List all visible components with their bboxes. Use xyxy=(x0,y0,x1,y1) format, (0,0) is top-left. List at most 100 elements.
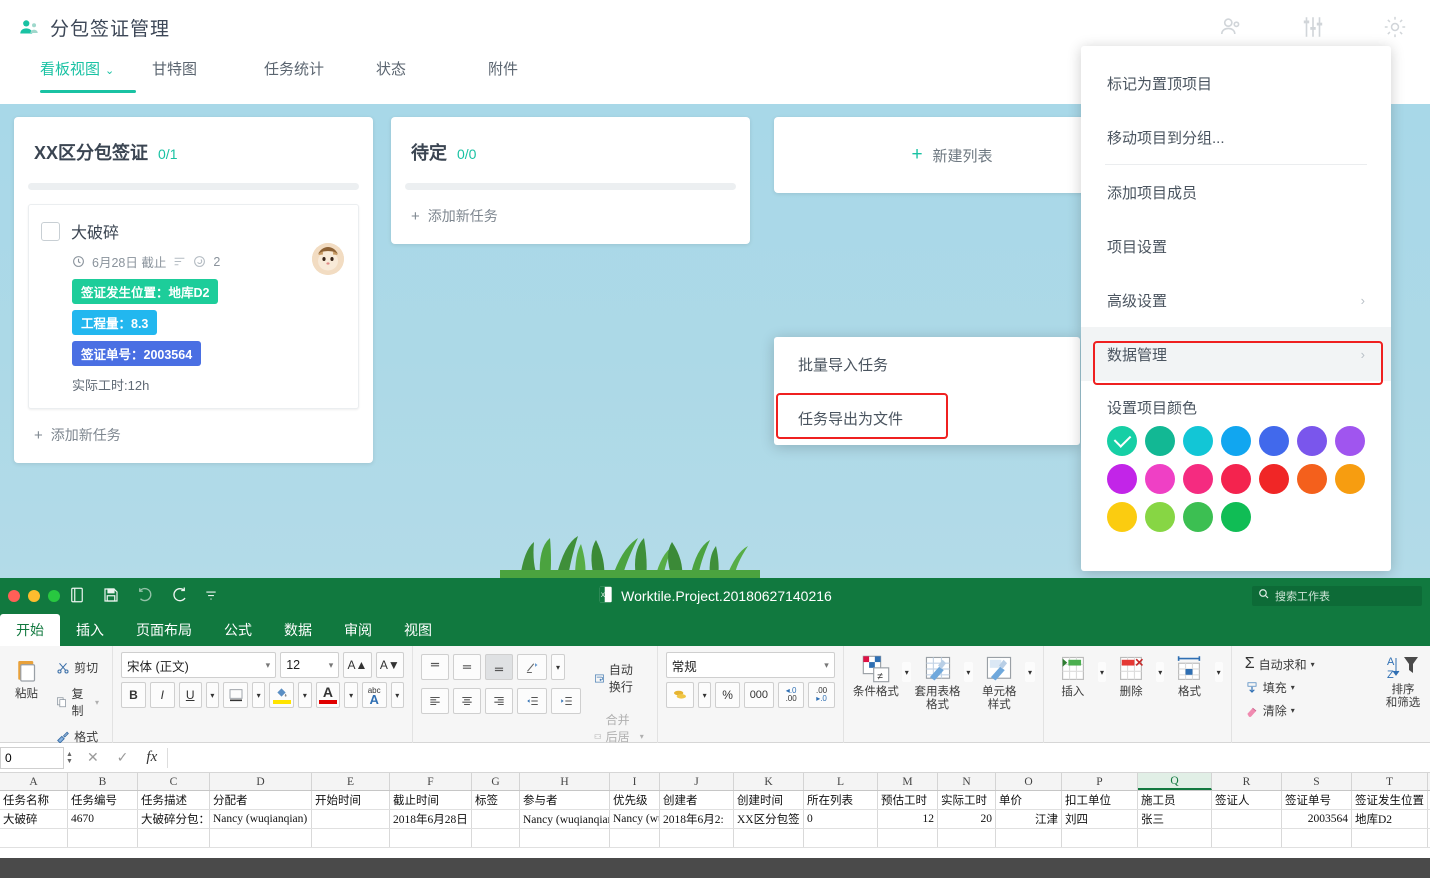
insert-function-icon[interactable]: fx xyxy=(146,749,157,766)
chevron-down-icon[interactable]: ▾ xyxy=(95,698,99,707)
confirm-icon[interactable]: ✓ xyxy=(117,749,129,766)
col-header-Q[interactable]: Q xyxy=(1138,773,1212,790)
col-header-A[interactable]: A xyxy=(0,773,68,790)
cell-D3[interactable] xyxy=(210,829,312,847)
cell-Q1[interactable]: 施工员 xyxy=(1138,791,1212,809)
col-header-K[interactable]: K xyxy=(734,773,804,790)
conditional-format-dropdown[interactable]: ▾ xyxy=(902,662,911,682)
cell-P2[interactable]: 刘四 xyxy=(1062,810,1138,828)
cell-G1[interactable]: 标签 xyxy=(472,791,520,809)
cell-F3[interactable] xyxy=(390,829,472,847)
percent-button[interactable]: % xyxy=(715,682,740,708)
borders-button[interactable] xyxy=(223,682,248,708)
color-swatch[interactable] xyxy=(1183,464,1213,494)
decrease-decimal-button[interactable]: .00▸.0 xyxy=(808,682,834,708)
color-swatch[interactable] xyxy=(1107,464,1137,494)
color-swatch[interactable] xyxy=(1183,426,1213,456)
menu-item-add-member[interactable]: 添加项目成员 xyxy=(1081,165,1391,219)
cell-F2[interactable]: 2018年6月28日 xyxy=(390,810,472,828)
orientation-dropdown[interactable]: ▾ xyxy=(551,654,565,680)
col-header-P[interactable]: P xyxy=(1062,773,1138,790)
color-swatch[interactable] xyxy=(1259,426,1289,456)
underline-dropdown[interactable]: ▾ xyxy=(206,682,219,708)
cell-E2[interactable] xyxy=(312,810,390,828)
chevron-down-icon[interactable]: ▾ xyxy=(1291,683,1295,692)
number-format-select[interactable]: 常规▾ xyxy=(666,652,835,678)
cell-N3[interactable] xyxy=(938,829,996,847)
cell-H1[interactable]: 参与者 xyxy=(520,791,610,809)
cell-O3[interactable] xyxy=(996,829,1062,847)
cell-N2[interactable]: 20 xyxy=(938,810,996,828)
color-swatch[interactable] xyxy=(1259,464,1289,494)
cell-N1[interactable]: 实际工时 xyxy=(938,791,996,809)
currency-dropdown[interactable]: ▾ xyxy=(698,682,711,708)
members-icon[interactable] xyxy=(1218,14,1244,40)
new-list-button[interactable]: + 新建列表 xyxy=(774,117,1130,193)
col-header-M[interactable]: M xyxy=(878,773,938,790)
cell-B2[interactable]: 4670 xyxy=(68,810,138,828)
cell-F1[interactable]: 截止时间 xyxy=(390,791,472,809)
chevron-down-icon[interactable]: ▾ xyxy=(640,732,644,741)
cell-style-dropdown[interactable]: ▾ xyxy=(1025,662,1034,682)
cell-T1[interactable]: 签证发生位置 xyxy=(1352,791,1428,809)
cell-P3[interactable] xyxy=(1062,829,1138,847)
color-swatch[interactable] xyxy=(1335,426,1365,456)
cell-style-button[interactable]: 单元格 样式 xyxy=(975,654,1023,743)
cell-O2[interactable]: 江津 xyxy=(996,810,1062,828)
submenu-item-export[interactable]: 任务导出为文件 xyxy=(774,391,1080,445)
submenu-item-import[interactable]: 批量导入任务 xyxy=(774,337,1080,391)
col-header-D[interactable]: D xyxy=(210,773,312,790)
cell-T3[interactable] xyxy=(1352,829,1428,847)
cell-J2[interactable]: 2018年6月2: xyxy=(660,810,734,828)
insert-cells-button[interactable]: 插入 xyxy=(1052,654,1094,743)
copy-button[interactable]: 复制 ▾ xyxy=(51,682,104,722)
name-box[interactable]: 0 xyxy=(0,747,64,769)
tab-data[interactable]: 数据 xyxy=(268,614,328,646)
col-header-O[interactable]: O xyxy=(996,773,1062,790)
tab-attachments[interactable]: 附件 xyxy=(488,58,600,93)
avatar[interactable] xyxy=(312,243,344,275)
tab-stats[interactable]: 任务统计 xyxy=(264,58,376,93)
cell-I2[interactable]: Nancy (wuq xyxy=(610,810,660,828)
task-tag[interactable]: 工程量：8.3 xyxy=(72,310,157,335)
cell-Q3[interactable] xyxy=(1138,829,1212,847)
cell-C2[interactable]: 大破碎分包： xyxy=(138,810,210,828)
autosum-button[interactable]: Σ 自动求和 ▾ xyxy=(1240,652,1358,676)
table-style-dropdown[interactable]: ▾ xyxy=(964,662,973,682)
col-header-I[interactable]: I xyxy=(610,773,660,790)
cell-M2[interactable]: 12 xyxy=(878,810,938,828)
increase-font-button[interactable]: A▲ xyxy=(343,652,371,678)
format-dropdown[interactable]: ▾ xyxy=(1215,662,1223,682)
tab-view[interactable]: 视图 xyxy=(388,614,448,646)
chevron-down-icon[interactable]: ⌄ xyxy=(105,64,114,77)
cell-D2[interactable]: Nancy (wuqianqian) xyxy=(210,810,312,828)
decrease-font-button[interactable]: A▼ xyxy=(376,652,404,678)
table-style-button[interactable]: 套用表格 格式 xyxy=(913,654,961,743)
fill-color-button[interactable] xyxy=(269,682,294,708)
align-middle-button[interactable] xyxy=(453,654,481,680)
align-top-button[interactable] xyxy=(421,654,449,680)
settings-icon[interactable] xyxy=(1382,14,1408,40)
col-header-B[interactable]: B xyxy=(68,773,138,790)
color-swatch[interactable] xyxy=(1297,464,1327,494)
cell-O1[interactable]: 单价 xyxy=(996,791,1062,809)
increase-decimal-button[interactable]: ◂.0.00 xyxy=(778,682,804,708)
cell-K1[interactable]: 创建时间 xyxy=(734,791,804,809)
cell-I1[interactable]: 优先级 xyxy=(610,791,660,809)
cell-D1[interactable]: 分配者 xyxy=(210,791,312,809)
cell-S2[interactable]: 2003564 xyxy=(1282,810,1352,828)
cell-L3[interactable] xyxy=(804,829,878,847)
decrease-indent-button[interactable] xyxy=(517,688,547,714)
borders-dropdown[interactable]: ▾ xyxy=(252,682,265,708)
cell-B3[interactable] xyxy=(68,829,138,847)
clear-button[interactable]: 清除 ▾ xyxy=(1240,699,1358,722)
search-worksheet-box[interactable]: 搜索工作表 xyxy=(1252,586,1422,606)
cell-C1[interactable]: 任务描述 xyxy=(138,791,210,809)
cell-M3[interactable] xyxy=(878,829,938,847)
col-header-C[interactable]: C xyxy=(138,773,210,790)
filter-icon[interactable] xyxy=(1300,14,1326,40)
font-color-button[interactable]: A xyxy=(316,682,341,708)
col-header-S[interactable]: S xyxy=(1282,773,1352,790)
conditional-format-button[interactable]: ≠ 条件格式 xyxy=(852,654,900,743)
chevron-down-icon[interactable]: ▾ xyxy=(1291,706,1295,715)
